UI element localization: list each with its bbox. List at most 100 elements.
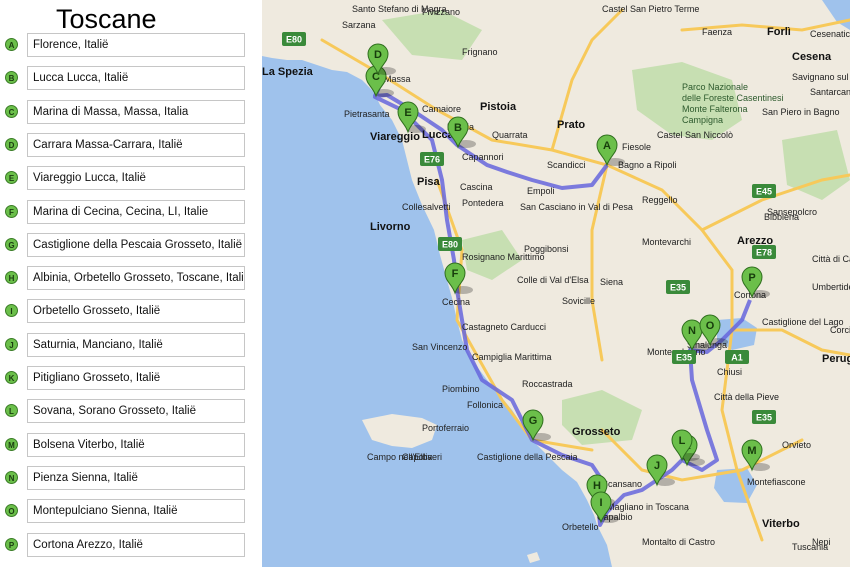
waypoint-field[interactable]: Carrara Massa-Carrara, Italië <box>27 132 245 157</box>
waypoint-row: G Castiglione della Pescaia Grosseto, Ita… <box>0 232 262 259</box>
map-town-label: Quarrata <box>492 130 528 140</box>
map-town-label: San Piero in Bagno <box>762 107 840 117</box>
map-town-label: Città di Castello <box>812 254 850 264</box>
highway-shield: E45 <box>752 184 776 198</box>
svg-text:P: P <box>748 272 755 284</box>
map-town-label: Orvieto <box>782 440 811 450</box>
map-town-label: Capannori <box>462 152 504 162</box>
waypoint-field[interactable]: Sovana, Sorano Grosseto, Italië <box>27 399 245 424</box>
waypoint-field[interactable]: Cortona Arezzo, Italië <box>27 532 245 557</box>
map-town-label: Santarcangelo di Romagna <box>810 87 850 97</box>
map-town-label: Pontedera <box>462 198 504 208</box>
map-town-label: Perugia <box>822 353 850 365</box>
svg-text:M: M <box>747 445 756 457</box>
map-town-label: Camaiore <box>422 104 461 114</box>
svg-text:J: J <box>654 460 660 472</box>
waypoint-marker-icon: C <box>5 104 18 118</box>
map-town-label: Corciano <box>830 325 850 335</box>
waypoint-marker-icon: M <box>5 437 18 451</box>
map-town-label: San Vincenzo <box>412 342 467 352</box>
map-town-label: Faenza <box>702 27 732 37</box>
map-town-label: Frignano <box>462 47 498 57</box>
waypoint-marker-icon: K <box>5 371 18 384</box>
waypoint-row: P Cortona Arezzo, Italië <box>0 532 262 559</box>
svg-text:E80: E80 <box>442 240 458 250</box>
map-town-label: Umbertide <box>812 282 850 292</box>
waypoint-marker-icon: D <box>5 137 18 151</box>
map-town-label: Pistoia <box>480 101 517 113</box>
waypoint-field[interactable]: Bolsena Viterbo, Italië <box>27 432 245 457</box>
highway-shield: E35 <box>752 410 776 424</box>
waypoint-marker-icon: L <box>5 404 18 418</box>
waypoint-field[interactable]: Saturnia, Manciano, Italië <box>27 332 245 357</box>
waypoint-field[interactable]: Pienza Sienna, Italië <box>27 465 245 490</box>
waypoint-field[interactable]: Viareggio Lucca, Italië <box>27 166 245 191</box>
map-town-label: Collesalvetti <box>402 202 451 212</box>
waypoint-field[interactable]: Marina di Cecina, Cecina, LI, Italie <box>27 199 245 224</box>
waypoint-field[interactable]: Albinia, Orbetello Grosseto, Toscane, It… <box>27 266 245 291</box>
map-town-label: Cesenatico <box>810 29 850 39</box>
waypoint-marker-icon: I <box>5 304 18 318</box>
map-town-label: Castiglione della Pescaia <box>477 452 578 462</box>
waypoint-row: J Saturnia, Manciano, Italië <box>0 332 262 359</box>
waypoint-marker-icon: N <box>5 470 18 484</box>
svg-text:A1: A1 <box>731 353 743 363</box>
map-town-label: Grosseto <box>572 426 621 438</box>
highway-shield: A1 <box>725 350 749 364</box>
map-town-label: Castel San Pietro Terme <box>602 4 699 14</box>
map-town-label: Sovicille <box>562 296 595 306</box>
waypoint-field[interactable]: Orbetello Grosseto, Italië <box>27 299 245 324</box>
map-town-label: Montalto di Castro <box>642 537 715 547</box>
waypoint-field[interactable]: Castiglione della Pescaia Grosseto, Ital… <box>27 232 245 257</box>
svg-text:E80: E80 <box>286 35 302 45</box>
svg-text:E76: E76 <box>424 155 440 165</box>
map-town-label: Livorno <box>370 221 411 233</box>
map-town-label: Roccastrada <box>522 379 573 389</box>
map-town-label: Pisa <box>417 176 441 188</box>
svg-text:N: N <box>688 325 696 337</box>
map-town-label: Sansepolcro <box>767 207 817 217</box>
svg-text:E: E <box>404 107 411 119</box>
waypoint-field[interactable]: Marina di Massa, Massa, Italia <box>27 99 245 124</box>
waypoint-row: D Carrara Massa-Carrara, Italië <box>0 132 262 159</box>
waypoint-row: C Marina di Massa, Massa, Italia <box>0 99 262 126</box>
map-town-label: Viterbo <box>762 518 800 530</box>
map-canvas[interactable]: Castel San Pietro Terme Faenza Forlì Cesena… <box>262 0 850 567</box>
svg-text:E35: E35 <box>676 353 692 363</box>
waypoint-row: K Pitigliano Grosseto, Italië <box>0 366 262 392</box>
map-town-label: Forlì <box>767 26 791 38</box>
svg-text:A: A <box>603 140 611 152</box>
svg-text:B: B <box>454 122 462 134</box>
map-town-label: Viareggio <box>370 131 420 143</box>
map-town-label: Piombino <box>442 384 480 394</box>
highway-shield: E35 <box>672 350 696 364</box>
waypoint-row: E Viareggio Lucca, Italië <box>0 166 262 192</box>
map-town-label: Città della Pieve <box>714 392 779 402</box>
map-town-label: Fiesole <box>622 142 651 152</box>
route-map[interactable]: Castel San Pietro Terme Faenza Forlì Cesena… <box>262 0 850 567</box>
waypoint-marker-icon: A <box>5 38 18 51</box>
highway-shield: E80 <box>438 237 462 251</box>
map-town-label: Reggello <box>642 195 678 205</box>
highway-shield: E76 <box>420 152 444 166</box>
waypoint-marker-icon: E <box>5 171 18 185</box>
waypoint-marker-icon: J <box>5 337 18 351</box>
map-town-label: Empoli <box>527 186 555 196</box>
map-town-label: Chiusi <box>717 367 742 377</box>
map-town-label: Prato <box>557 119 585 131</box>
map-town-label: Siena <box>600 277 623 287</box>
page-title: Toscane <box>56 4 157 34</box>
highway-shield: E80 <box>282 32 306 46</box>
waypoint-field[interactable]: Florence, Italië <box>27 33 245 57</box>
waypoint-field[interactable]: Montepulciano Sienna, Italië <box>27 499 245 524</box>
map-town-label: Follonica <box>467 400 503 410</box>
map-town-label: Orbetello <box>562 522 599 532</box>
highway-shield: E78 <box>752 245 776 259</box>
map-town-label: Pietrasanta <box>344 109 390 119</box>
map-town-label: Portoferraio <box>422 423 469 433</box>
waypoint-marker-icon: P <box>5 537 18 551</box>
waypoint-marker-icon: H <box>5 271 18 285</box>
waypoint-field[interactable]: Lucca Lucca, Italië <box>27 66 245 91</box>
waypoint-field[interactable]: Pitigliano Grosseto, Italië <box>27 366 245 390</box>
waypoint-row: M Bolsena Viterbo, Italië <box>0 432 262 459</box>
